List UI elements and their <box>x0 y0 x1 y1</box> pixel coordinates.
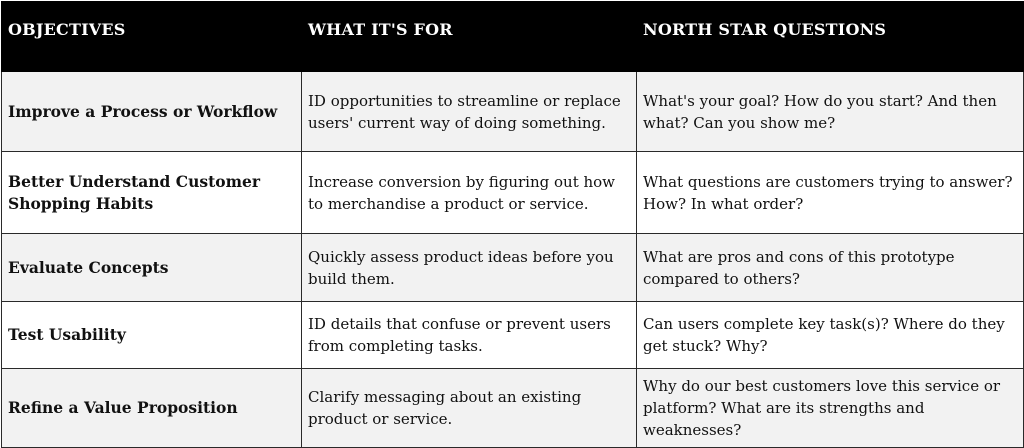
table-header: OBJECTIVES WHAT IT'S FOR NORTH STAR QUES… <box>1 1 1024 72</box>
header-row: OBJECTIVES WHAT IT'S FOR NORTH STAR QUES… <box>1 1 1024 72</box>
questions-cell: What questions are customers trying to a… <box>636 151 1024 234</box>
objectives-table: OBJECTIVES WHAT IT'S FOR NORTH STAR QUES… <box>1 1 1024 448</box>
table-row: Evaluate Concepts Quickly assess product… <box>1 233 1024 302</box>
objective-cell: Evaluate Concepts <box>1 233 302 302</box>
table-row: Test Usability ID details that confuse o… <box>1 301 1024 369</box>
questions-cell: Why do our best customers love this serv… <box>636 368 1024 448</box>
objective-cell: Refine a Value Proposition <box>1 368 302 448</box>
header-north-star-questions: NORTH STAR QUESTIONS <box>636 1 1024 72</box>
purpose-cell: Increase conversion by figuring out how … <box>301 151 637 234</box>
table-row: Better Understand Customer Shopping Habi… <box>1 151 1024 234</box>
objective-cell: Improve a Process or Workflow <box>1 71 302 152</box>
questions-cell: What are pros and cons of this prototype… <box>636 233 1024 302</box>
header-what-its-for: WHAT IT'S FOR <box>301 1 637 72</box>
purpose-cell: ID opportunities to streamline or replac… <box>301 71 637 152</box>
objective-cell: Test Usability <box>1 301 302 369</box>
table-row: Refine a Value Proposition Clarify messa… <box>1 368 1024 448</box>
objective-cell: Better Understand Customer Shopping Habi… <box>1 151 302 234</box>
table-body: Improve a Process or Workflow ID opportu… <box>1 71 1024 448</box>
questions-cell: What's your goal? How do you start? And … <box>636 71 1024 152</box>
purpose-cell: Quickly assess product ideas before you … <box>301 233 637 302</box>
table-row: Improve a Process or Workflow ID opportu… <box>1 71 1024 152</box>
purpose-cell: Clarify messaging about an existing prod… <box>301 368 637 448</box>
questions-cell: Can users complete key task(s)? Where do… <box>636 301 1024 369</box>
purpose-cell: ID details that confuse or prevent users… <box>301 301 637 369</box>
header-objectives: OBJECTIVES <box>1 1 302 72</box>
